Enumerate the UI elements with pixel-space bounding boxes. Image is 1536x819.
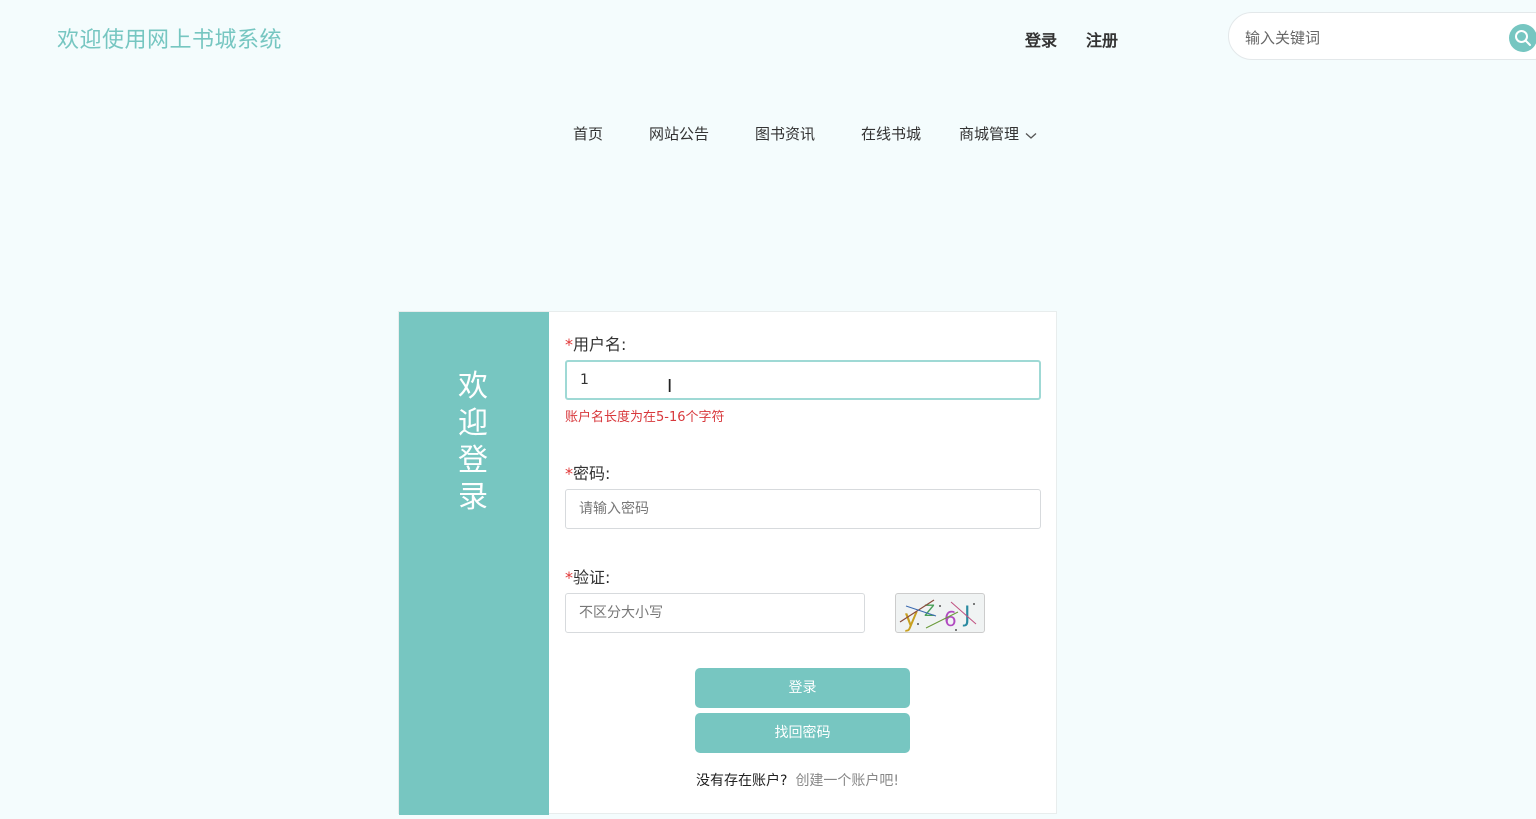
password-label: *密码:	[565, 460, 610, 484]
nav-item-book-news[interactable]: 图书资讯	[755, 123, 815, 144]
captcha-label: *验证:	[565, 564, 610, 588]
create-account-link[interactable]: 创建一个账户吧!	[795, 773, 899, 789]
search-box	[1228, 12, 1536, 60]
password-input[interactable]	[565, 489, 1041, 529]
register-link[interactable]: 注册	[1086, 27, 1118, 51]
search-icon	[1515, 30, 1531, 46]
password-label-text: 密码:	[573, 464, 611, 483]
required-mark: *	[565, 335, 573, 354]
search-button[interactable]	[1509, 24, 1536, 52]
captcha-image[interactable]: y Z 6 J	[895, 593, 985, 633]
nav-item-home[interactable]: 首页	[573, 123, 603, 144]
search-input[interactable]	[1243, 25, 1497, 51]
nav-item-store-management[interactable]: 商城管理	[959, 123, 1037, 144]
username-error: 账户名长度为在5-16个字符	[565, 410, 725, 425]
captcha-input[interactable]	[565, 593, 865, 633]
captcha-label-text: 验证:	[573, 568, 611, 587]
nav-item-announcements[interactable]: 网站公告	[649, 123, 709, 144]
login-side-title: 欢迎登录	[458, 369, 488, 515]
login-button[interactable]: 登录	[695, 668, 910, 708]
create-account-line: 没有存在账户? 创建一个账户吧!	[696, 770, 899, 790]
chevron-down-icon	[1025, 126, 1037, 144]
required-mark: *	[565, 568, 573, 587]
login-card: 欢迎登录 *用户名: I 账户名长度为在5-16个字符 *密码: *验证: y …	[398, 311, 1057, 815]
svg-text:Z: Z	[924, 601, 935, 620]
main-nav: 首页 网站公告 图书资讯 在线书城 商城管理	[0, 123, 1536, 145]
svg-text:6: 6	[944, 607, 957, 631]
recover-password-button[interactable]: 找回密码	[695, 713, 910, 753]
site-title: 欢迎使用网上书城系统	[57, 28, 283, 53]
required-mark: *	[565, 464, 573, 483]
username-label: *用户名:	[565, 331, 626, 355]
no-account-text: 没有存在账户?	[696, 773, 788, 789]
username-input[interactable]	[565, 360, 1041, 400]
text-cursor-icon: I	[667, 376, 673, 397]
login-link[interactable]: 登录	[1025, 27, 1057, 51]
nav-item-online-store[interactable]: 在线书城	[861, 123, 921, 144]
username-label-text: 用户名:	[573, 335, 627, 354]
login-side-panel: 欢迎登录	[399, 312, 549, 815]
nav-item-store-management-label: 商城管理	[959, 125, 1020, 143]
